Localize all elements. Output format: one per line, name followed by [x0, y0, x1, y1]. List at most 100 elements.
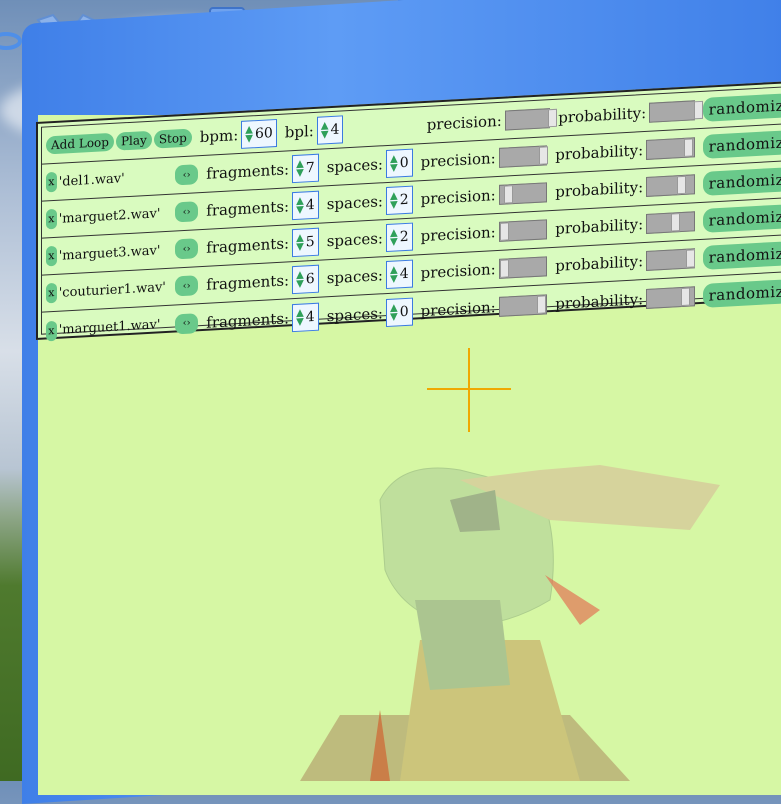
loop-filename: 'couturier1.wav'	[58, 279, 166, 301]
precision-slider[interactable]	[498, 256, 548, 279]
randomize-button[interactable]: randomiz	[702, 204, 781, 233]
probability-slider[interactable]	[646, 137, 695, 160]
fragments-label: fragments:	[206, 234, 290, 257]
probability-slider[interactable]	[646, 211, 695, 234]
spaces-stepper[interactable]: ▲ ▼ 0	[385, 297, 413, 327]
bpl-value: 4	[330, 121, 340, 139]
spaces-value: 2	[399, 191, 409, 209]
prev-next-arrows-icon[interactable]: ‹›	[175, 312, 199, 334]
spaces-value: 2	[399, 228, 409, 246]
updown-icon[interactable]: ▲ ▼	[390, 264, 398, 284]
precision-label: precision:	[420, 297, 496, 320]
precision-label: precision:	[426, 111, 502, 134]
loop-filename: 'del1.wav'	[58, 170, 125, 190]
slider-knob[interactable]	[547, 108, 557, 128]
slider-knob[interactable]	[684, 138, 694, 157]
spaces-stepper[interactable]: ▲ ▼ 2	[385, 222, 413, 253]
updown-icon[interactable]: ▲ ▼	[296, 232, 304, 252]
updown-icon[interactable]: ▲ ▼	[296, 158, 304, 178]
fragments-label: fragments:	[206, 271, 290, 294]
slider-knob[interactable]	[671, 213, 681, 232]
fragments-stepper[interactable]: ▲ ▼ 4	[292, 302, 319, 332]
add-loop-button[interactable]: Add Loop	[46, 132, 114, 155]
updown-icon[interactable]: ▲ ▼	[245, 124, 253, 144]
spaces-stepper[interactable]: ▲ ▼ 2	[385, 185, 413, 216]
fragments-label: fragments:	[206, 308, 290, 332]
updown-icon[interactable]: ▲ ▼	[296, 195, 304, 215]
remove-loop-button[interactable]: x	[46, 208, 57, 230]
prev-next-arrows-icon[interactable]: ‹›	[175, 201, 199, 223]
probability-slider[interactable]	[646, 174, 695, 197]
bpm-stepper[interactable]: ▲ ▼ 60	[241, 118, 277, 149]
bpm-value: 60	[254, 125, 273, 143]
spaces-label: spaces:	[326, 192, 383, 214]
play-button[interactable]: Play	[115, 130, 152, 151]
updown-icon[interactable]: ▲ ▼	[321, 120, 329, 140]
updown-icon[interactable]: ▲ ▼	[390, 153, 398, 173]
slider-knob[interactable]	[681, 287, 691, 306]
precision-slider[interactable]	[498, 182, 548, 205]
fragments-value: 6	[305, 270, 315, 288]
updown-icon[interactable]: ▲ ▼	[390, 190, 398, 210]
slider-knob[interactable]	[538, 146, 548, 165]
spaces-label: spaces:	[326, 229, 383, 251]
randomize-button[interactable]: randomiz	[702, 167, 781, 196]
prev-next-arrows-icon[interactable]: ‹›	[175, 238, 199, 260]
remove-loop-button[interactable]: x	[46, 245, 57, 267]
probability-slider[interactable]	[646, 248, 696, 271]
randomize-button[interactable]: randomiz	[702, 93, 781, 122]
loop-filename: 'marguet2.wav'	[58, 205, 161, 227]
loop-filename: 'marguet1.wav'	[58, 317, 161, 338]
spaces-stepper[interactable]: ▲ ▼ 4	[385, 259, 413, 290]
stop-button[interactable]: Stop	[153, 128, 192, 149]
spaces-stepper[interactable]: ▲ ▼ 0	[385, 148, 413, 179]
slider-knob[interactable]	[677, 175, 687, 195]
bpl-stepper[interactable]: ▲ ▼ 4	[316, 115, 344, 145]
updown-icon[interactable]: ▲ ▼	[390, 227, 398, 247]
randomize-button[interactable]: randomiz	[702, 278, 781, 308]
spaces-label: spaces:	[326, 303, 383, 325]
fragments-value: 7	[305, 159, 315, 177]
fragments-label: fragments:	[206, 160, 290, 183]
precision-label: precision:	[420, 186, 496, 209]
fragments-value: 4	[305, 196, 315, 214]
probability-slider[interactable]	[646, 285, 695, 309]
probability-label: probability:	[555, 289, 644, 313]
slider-knob[interactable]	[686, 249, 696, 268]
remove-loop-button[interactable]: x	[46, 171, 57, 193]
slider-knob[interactable]	[694, 100, 704, 120]
slider-knob[interactable]	[503, 185, 513, 204]
probability-label: probability:	[555, 141, 644, 164]
spaces-label: spaces:	[326, 155, 383, 177]
prev-next-arrows-icon[interactable]: ‹›	[175, 164, 199, 186]
fragments-label: fragments:	[206, 197, 290, 220]
fragments-stepper[interactable]: ▲ ▼ 4	[292, 190, 319, 221]
remove-loop-button[interactable]: x	[46, 282, 57, 304]
remove-loop-button[interactable]: x	[46, 320, 57, 341]
slider-knob[interactable]	[499, 259, 509, 278]
randomize-button[interactable]: randomiz	[702, 130, 781, 159]
probability-label: probability:	[555, 252, 644, 275]
precision-slider[interactable]	[504, 108, 557, 131]
spaces-label: spaces:	[326, 266, 383, 288]
fragments-value: 4	[305, 308, 315, 325]
fragments-stepper[interactable]: ▲ ▼ 6	[292, 264, 319, 295]
slider-knob[interactable]	[536, 294, 546, 314]
precision-slider[interactable]	[498, 293, 548, 317]
updown-icon[interactable]: ▲ ▼	[390, 302, 398, 322]
fragments-stepper[interactable]: ▲ ▼ 5	[292, 227, 319, 258]
precision-label: precision:	[420, 260, 496, 283]
slider-knob[interactable]	[499, 222, 509, 241]
precision-label: precision:	[420, 223, 496, 246]
loop-filename: 'marguet3.wav'	[58, 242, 161, 264]
precision-slider[interactable]	[498, 219, 548, 242]
probability-slider[interactable]	[649, 100, 704, 123]
bpl-label: bpl:	[284, 121, 314, 142]
fragments-stepper[interactable]: ▲ ▼ 7	[292, 153, 319, 184]
randomize-button[interactable]: randomiz	[702, 241, 781, 270]
updown-icon[interactable]: ▲ ▼	[296, 269, 304, 289]
precision-slider[interactable]	[498, 145, 548, 168]
updown-icon[interactable]: ▲ ▼	[296, 307, 304, 327]
prev-next-arrows-icon[interactable]: ‹›	[175, 275, 199, 297]
spaces-value: 0	[399, 154, 409, 172]
